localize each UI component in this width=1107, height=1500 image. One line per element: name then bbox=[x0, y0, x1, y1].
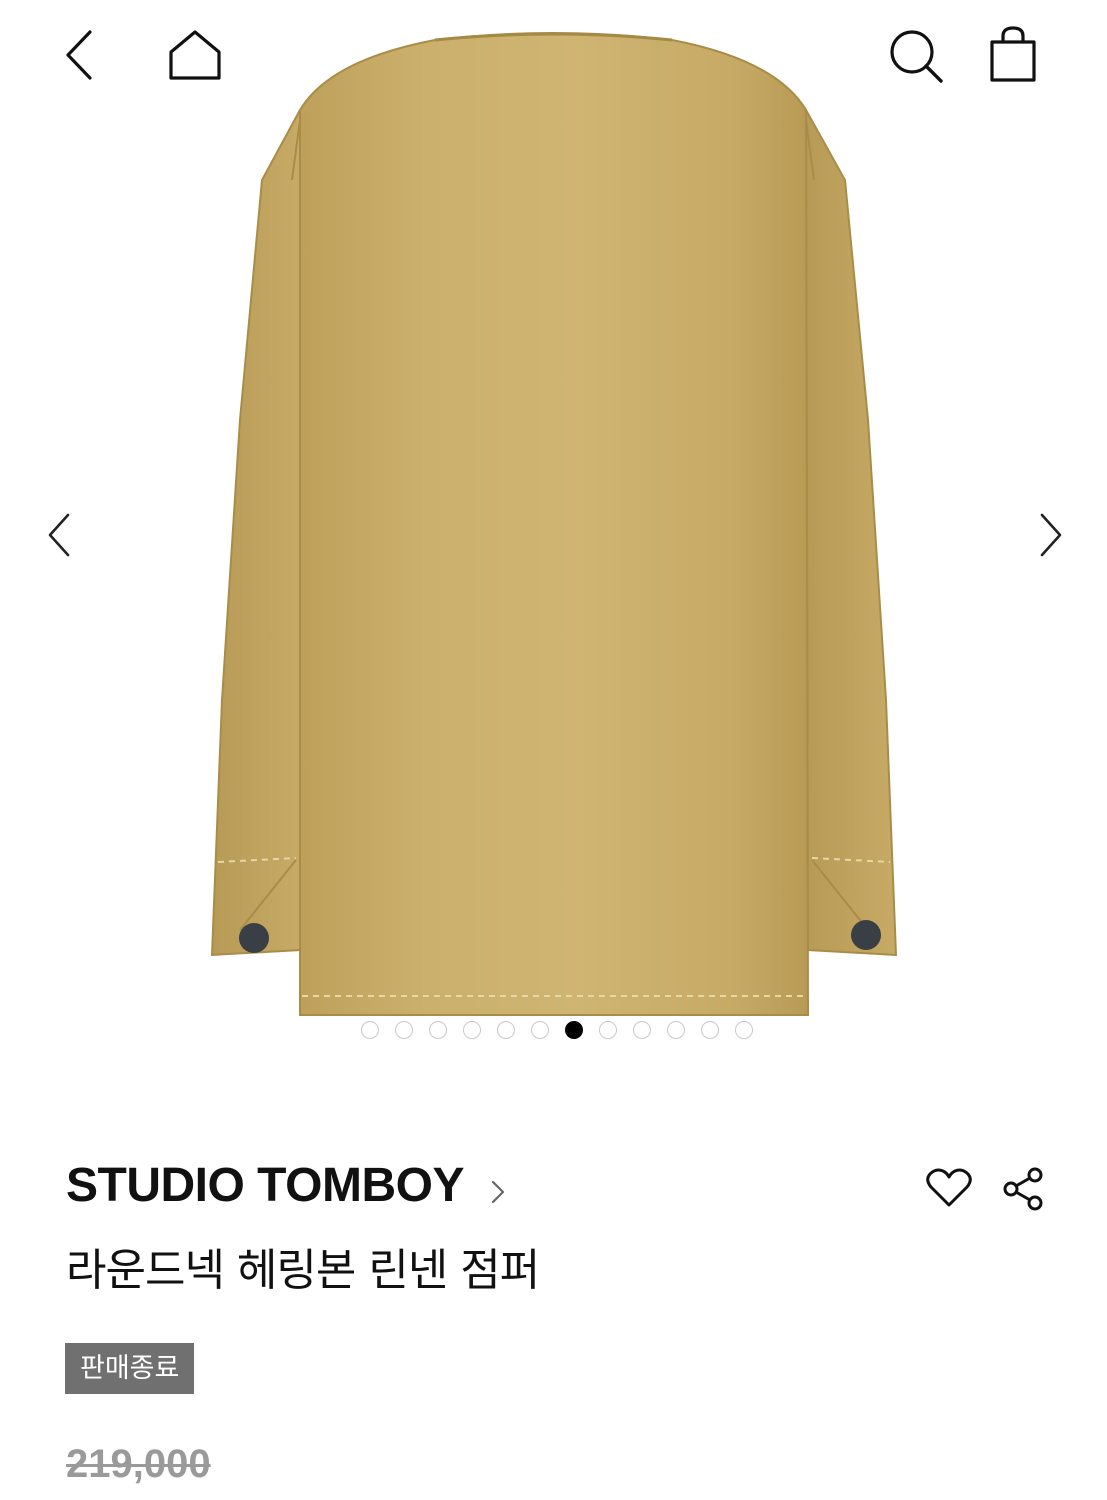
carousel-dot[interactable] bbox=[632, 1021, 651, 1039]
cart-button[interactable] bbox=[988, 26, 1038, 84]
carousel-dot[interactable] bbox=[394, 1021, 413, 1039]
chevron-left-icon bbox=[66, 30, 92, 80]
gallery-prev-button[interactable] bbox=[44, 512, 74, 558]
carousel-pagination bbox=[0, 1018, 1107, 1042]
heart-icon bbox=[926, 1168, 972, 1207]
search-icon bbox=[890, 30, 943, 83]
original-price: 219,000 bbox=[66, 1442, 211, 1486]
cuff-button bbox=[239, 923, 269, 953]
carousel-dot[interactable] bbox=[530, 1021, 549, 1039]
chevron-left-icon bbox=[48, 513, 70, 557]
chevron-right-icon bbox=[491, 1180, 505, 1203]
carousel-dot[interactable] bbox=[700, 1021, 719, 1039]
status-badge: 판매종료 bbox=[65, 1343, 195, 1394]
product-image[interactable] bbox=[0, 0, 1107, 1060]
like-button[interactable] bbox=[926, 1168, 972, 1208]
carousel-dot[interactable] bbox=[428, 1021, 447, 1039]
home-icon bbox=[169, 30, 221, 80]
gallery-next-button[interactable] bbox=[1036, 512, 1066, 558]
carousel-dot[interactable] bbox=[462, 1021, 481, 1039]
back-button[interactable] bbox=[62, 28, 96, 82]
cuff-button bbox=[851, 920, 881, 950]
top-navigation-bar bbox=[0, 0, 1107, 110]
share-button[interactable] bbox=[1002, 1166, 1044, 1212]
home-button[interactable] bbox=[166, 28, 224, 82]
carousel-dot[interactable] bbox=[666, 1021, 685, 1039]
carousel-dot-active[interactable] bbox=[564, 1021, 583, 1039]
carousel-dot[interactable] bbox=[360, 1021, 379, 1039]
brand-link[interactable]: STUDIO TOMBOY bbox=[66, 1158, 506, 1213]
chevron-right-icon bbox=[1040, 513, 1062, 557]
carousel-dot[interactable] bbox=[496, 1021, 515, 1039]
product-name: 라운드넥 헤링본 린넨 점퍼 bbox=[66, 1245, 540, 1296]
brand-name: STUDIO TOMBOY bbox=[66, 1159, 464, 1212]
shopping-bag-icon bbox=[990, 26, 1036, 82]
product-gallery[interactable] bbox=[0, 0, 1107, 1060]
search-button[interactable] bbox=[888, 28, 944, 84]
carousel-dot[interactable] bbox=[598, 1021, 617, 1039]
carousel-dot[interactable] bbox=[734, 1021, 753, 1039]
share-icon bbox=[1003, 1167, 1043, 1211]
